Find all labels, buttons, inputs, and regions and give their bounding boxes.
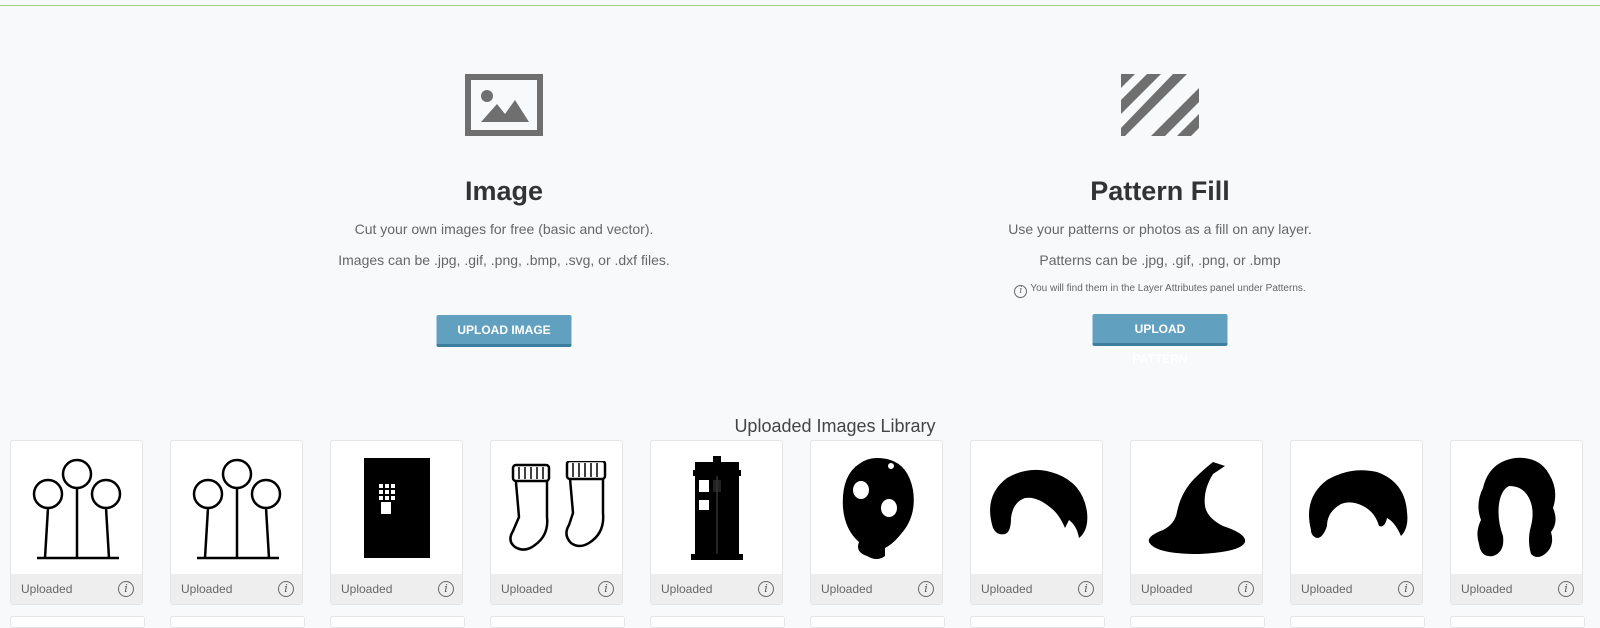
thumbnail [811, 441, 942, 574]
pattern-note-text: You will find them in the Layer Attribut… [1030, 283, 1306, 294]
info-icon[interactable]: i [758, 581, 774, 597]
thumbnail [331, 441, 462, 574]
library-item-partial[interactable] [1290, 616, 1425, 628]
upload-image-button[interactable]: UPLOAD IMAGE [436, 315, 572, 347]
status-label: Uploaded [1461, 582, 1513, 596]
library-item[interactable]: Uploaded i [10, 440, 143, 605]
status-label: Uploaded [1301, 582, 1353, 596]
pattern-formats: Patterns can be .jpg, .gif, .png, or .bm… [1039, 252, 1281, 268]
library-item-partial[interactable] [490, 616, 625, 628]
library-item[interactable]: Uploaded i [1290, 440, 1423, 605]
tile-footer: Uploaded i [811, 574, 942, 604]
hair-icon [989, 469, 1087, 538]
library-item[interactable]: Uploaded i [330, 440, 463, 605]
info-icon[interactable]: i [598, 581, 614, 597]
status-label: Uploaded [661, 582, 713, 596]
image-formats: Images can be .jpg, .gif, .png, .bmp, .s… [338, 252, 670, 268]
library-item[interactable]: Uploaded i [1450, 440, 1583, 605]
thumbnail [491, 441, 622, 574]
library-item[interactable]: Uploaded i [810, 440, 943, 605]
tile-footer: Uploaded i [331, 574, 462, 604]
thumbnail [971, 441, 1102, 574]
police-box-icon [690, 455, 743, 560]
library-item[interactable]: Uploaded i [970, 440, 1103, 605]
status-label: Uploaded [981, 582, 1033, 596]
top-accent-line [0, 5, 1600, 6]
library-item-partial[interactable] [1450, 616, 1585, 628]
hair-short-icon [1308, 469, 1407, 538]
pattern-title: Pattern Fill [1090, 176, 1230, 206]
upload-pattern-button[interactable]: UPLOAD PATTERN [1092, 314, 1228, 366]
status-label: Uploaded [821, 582, 873, 596]
image-title: Image [464, 176, 544, 206]
library-item[interactable]: Uploaded i [490, 440, 623, 605]
info-icon[interactable]: i [438, 581, 454, 597]
pattern-description: Use your patterns or photos as a fill on… [1008, 221, 1312, 237]
hair-long-icon [1476, 457, 1556, 557]
library-item[interactable]: Uploaded i [170, 440, 303, 605]
tile-footer: Uploaded i [171, 574, 302, 604]
socks-icon [508, 460, 606, 551]
info-icon[interactable]: i [1398, 581, 1414, 597]
tile-footer: Uploaded i [1131, 574, 1262, 604]
pattern-note: i You will find them in the Layer Attribu… [810, 283, 1510, 298]
info-icon[interactable]: i [1078, 581, 1094, 597]
tile-footer: Uploaded i [11, 574, 142, 604]
tile-footer: Uploaded i [491, 574, 622, 604]
tile-footer: Uploaded i [971, 574, 1102, 604]
thumbnail [651, 441, 782, 574]
tile-footer: Uploaded i [1451, 574, 1582, 604]
image-icon [465, 74, 543, 136]
library-item-partial[interactable] [970, 616, 1105, 628]
thumbnail [1131, 441, 1262, 574]
thumbnail [1291, 441, 1422, 574]
gas-mask-icon [842, 457, 914, 559]
library-item[interactable]: Uploaded i [650, 440, 783, 605]
library-item-partial[interactable] [330, 616, 465, 628]
pattern-stripes-icon [1121, 74, 1199, 136]
thumbnail [1451, 441, 1582, 574]
quidditch-hoops-icon [192, 458, 281, 559]
library-item-partial[interactable] [170, 616, 305, 628]
thumbnail [171, 441, 302, 574]
quidditch-hoops-icon [32, 458, 121, 559]
status-label: Uploaded [181, 582, 233, 596]
library-item-partial[interactable] [650, 616, 785, 628]
status-label: Uploaded [341, 582, 393, 596]
image-description: Cut your own images for free (basic and … [354, 221, 654, 237]
witch-hat-icon [1148, 461, 1245, 554]
status-label: Uploaded [21, 582, 73, 596]
library-item-partial[interactable] [1130, 616, 1265, 628]
tile-footer: Uploaded i [1291, 574, 1422, 604]
info-icon[interactable]: i [278, 581, 294, 597]
info-icon[interactable]: i [1558, 581, 1574, 597]
library-title: Uploaded Images Library [734, 416, 936, 436]
door-icon [363, 457, 430, 558]
info-icon[interactable]: i [1238, 581, 1254, 597]
library-item[interactable]: Uploaded i [1130, 440, 1263, 605]
library-item-partial[interactable] [10, 616, 145, 628]
thumbnail [11, 441, 142, 574]
info-icon[interactable]: i [918, 581, 934, 597]
status-label: Uploaded [501, 582, 553, 596]
status-label: Uploaded [1141, 582, 1193, 596]
tile-footer: Uploaded i [651, 574, 782, 604]
info-icon: i [1014, 285, 1028, 298]
info-icon[interactable]: i [118, 581, 134, 597]
library-item-partial[interactable] [810, 616, 945, 628]
